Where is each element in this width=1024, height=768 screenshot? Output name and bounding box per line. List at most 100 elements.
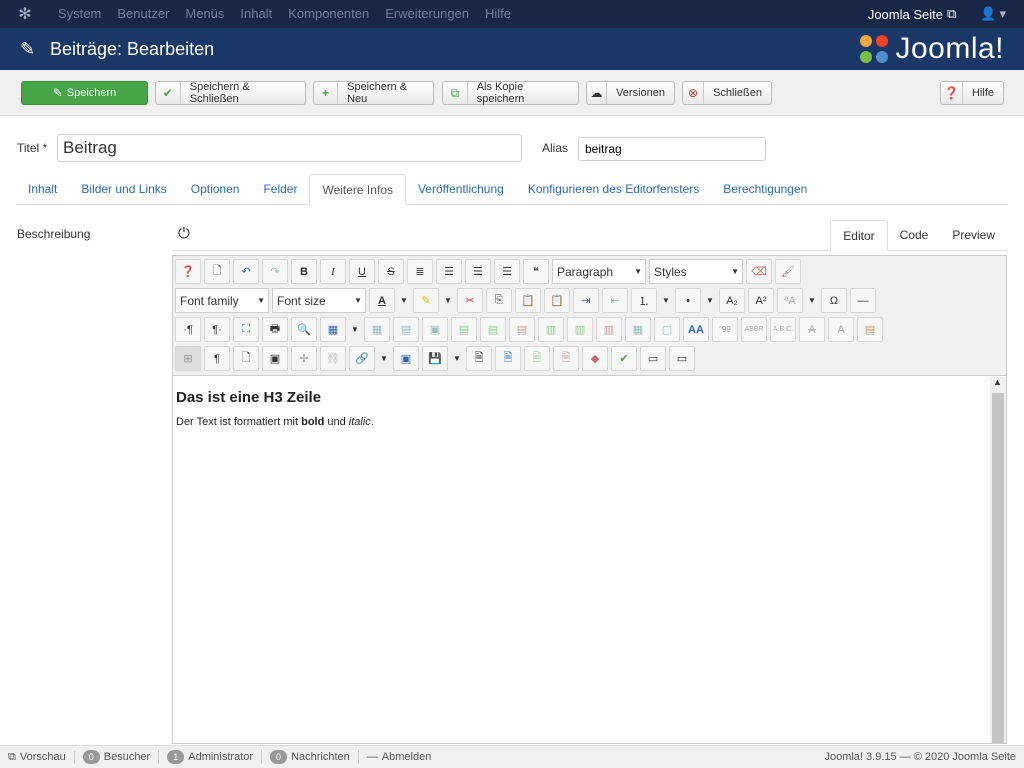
preview-link[interactable]: ⧉ Vorschau [0, 750, 75, 764]
joomla-logo-icon[interactable]: ✻ [0, 0, 50, 28]
align-left-icon[interactable]: ☰ [465, 259, 491, 284]
delete-table-icon[interactable]: ▦ [364, 317, 390, 342]
save-copy-button[interactable]: ⧉ Als Kopie speichern [442, 81, 579, 105]
file-minus-icon[interactable]: 🗎 [553, 346, 579, 371]
paint-brush-icon[interactable]: 🖌 [775, 259, 801, 284]
file-plus-icon[interactable]: 🗎 [524, 346, 550, 371]
anchor-icon[interactable]: ✢ [291, 346, 317, 371]
show-blocks-icon[interactable]: ¶ [204, 346, 230, 371]
strikethrough-icon[interactable]: S [378, 259, 404, 284]
indent-icon[interactable]: ⇥ [573, 288, 599, 313]
document-icon[interactable]: 🗎 [466, 346, 492, 371]
merge-cells-icon[interactable]: ▢ [654, 317, 680, 342]
power-toggle-icon[interactable]: ⏻ [178, 225, 190, 242]
align-right-icon[interactable]: ☰ [494, 259, 520, 284]
bold-icon[interactable]: B [291, 259, 317, 284]
help-button[interactable]: ❓ Hilfe [940, 81, 1004, 105]
special-char-icon[interactable]: Ω [821, 288, 847, 313]
numbered-list-dropdown-icon[interactable]: ▼ [660, 288, 672, 313]
menu-system[interactable]: System [50, 0, 109, 28]
paste-text-icon[interactable]: 📋 [544, 288, 570, 313]
scrollbar-thumb[interactable] [992, 393, 1004, 743]
shapes-icon[interactable]: ◆ [582, 346, 608, 371]
tab-more-info[interactable]: Weitere Infos [309, 174, 406, 205]
split-cells-icon[interactable]: ▦ [625, 317, 651, 342]
cite-icon[interactable]: “99 [712, 317, 738, 342]
help-icon[interactable]: ❓ [175, 259, 201, 284]
rtl-icon[interactable]: ¶· [204, 317, 230, 342]
save-dropdown-icon[interactable]: ▼ [451, 346, 463, 371]
new-document-icon[interactable]: 🗋 [204, 259, 230, 284]
logout-link[interactable]: — Abmelden [359, 751, 440, 763]
menu-components[interactable]: Komponenten [280, 0, 377, 28]
copy-icon[interactable]: ⎘ [486, 288, 512, 313]
styles-select[interactable]: Styles ▼ [649, 259, 743, 284]
scroll-up-icon[interactable]: ▲ [993, 377, 1002, 387]
user-menu[interactable]: 👤 ▾ [966, 6, 1024, 22]
tab-publishing[interactable]: Veröffentlichung [406, 174, 516, 204]
text-color-icon[interactable]: A [369, 288, 395, 313]
link-dropdown-icon[interactable]: ▼ [378, 346, 390, 371]
tab-images-links[interactable]: Bilder und Links [69, 174, 178, 204]
attributes-icon[interactable]: ▤ [857, 317, 883, 342]
insert-col-after-icon[interactable]: ▥ [567, 317, 593, 342]
insert-row-before-icon[interactable]: ▤ [451, 317, 477, 342]
tab-fields[interactable]: Felder [251, 174, 309, 204]
superscript-icon[interactable]: A² [748, 288, 774, 313]
template-icon[interactable]: 🗋 [233, 346, 259, 371]
editor-content[interactable]: Das ist eine H3 Zeile Der Text ist forma… [173, 377, 988, 743]
tab-code[interactable]: Code [888, 220, 941, 250]
redo-icon[interactable]: ↷ [262, 259, 288, 284]
del-icon[interactable]: A [799, 317, 825, 342]
save-new-button[interactable]: + Speichern & Neu [313, 81, 434, 105]
add-document-icon[interactable]: 🗎 [495, 346, 521, 371]
messages-link[interactable]: 0 Nachrichten [262, 750, 359, 764]
undo-icon[interactable]: ↶ [233, 259, 259, 284]
image-icon[interactable]: ▣ [262, 346, 288, 371]
link-icon[interactable]: 🔗 [349, 346, 375, 371]
menu-extensions[interactable]: Erweiterungen [377, 0, 477, 28]
italic-icon[interactable]: I [320, 259, 346, 284]
menu-content[interactable]: Inhalt [232, 0, 280, 28]
save-close-button[interactable]: ✔ Speichern & Schließen [155, 81, 306, 105]
title-input[interactable] [57, 134, 522, 162]
tab-permissions[interactable]: Berechtigungen [711, 174, 819, 204]
format-select[interactable]: Paragraph ▼ [552, 259, 646, 284]
save-button[interactable]: ✎ Speichern [21, 81, 148, 105]
bullet-list-dropdown-icon[interactable]: ▼ [704, 288, 716, 313]
numbered-list-icon[interactable]: ⒈ [631, 288, 657, 313]
align-center-icon[interactable]: ☰ [436, 259, 462, 284]
bullet-list-icon[interactable]: • [675, 288, 701, 313]
menu-users[interactable]: Benutzer [109, 0, 177, 28]
text-color-dropdown-icon[interactable]: ▼ [398, 288, 410, 313]
font-style-icon[interactable]: AA [683, 317, 709, 342]
tab-content[interactable]: Inhalt [16, 174, 69, 204]
delete-col-icon[interactable]: ▥ [596, 317, 622, 342]
table-icon[interactable]: ▦ [320, 317, 346, 342]
fullscreen-icon[interactable]: ⛶ [233, 317, 259, 342]
menu-help[interactable]: Hilfe [477, 0, 519, 28]
print-icon[interactable]: 🖶 [262, 317, 288, 342]
close-button[interactable]: ⊗ Schließen [682, 81, 772, 105]
subscript-icon[interactable]: A₂ [719, 288, 745, 313]
blockquote-icon[interactable]: ❝ [523, 259, 549, 284]
highlight-dropdown-icon[interactable]: ▼ [442, 288, 454, 313]
insert-row-after-icon[interactable]: ▤ [480, 317, 506, 342]
spellcheck-icon[interactable]: ✔ [611, 346, 637, 371]
tab-options[interactable]: Optionen [179, 174, 252, 204]
editor-scrollbar[interactable]: ▲ [990, 377, 1006, 743]
cut-icon[interactable]: ✂ [457, 288, 483, 313]
insert-col-before-icon[interactable]: ▥ [538, 317, 564, 342]
unlink-icon[interactable]: ⛓ [320, 346, 346, 371]
delete-row-icon[interactable]: ▤ [509, 317, 535, 342]
text-direction-dropdown-icon[interactable]: ▼ [806, 288, 818, 313]
paste-icon[interactable]: 📋 [515, 288, 541, 313]
find-replace-icon[interactable]: 🔍 [291, 317, 317, 342]
tab-editor[interactable]: Editor [830, 220, 888, 251]
text-direction-icon[interactable]: ªA [777, 288, 803, 313]
align-justify-icon[interactable]: ≣ [407, 259, 433, 284]
tab-preview[interactable]: Preview [940, 220, 1007, 250]
highlight-color-icon[interactable]: ✎ [413, 288, 439, 313]
row-props-icon[interactable]: ▤ [393, 317, 419, 342]
visual-aid-icon[interactable]: ⊞ [175, 346, 201, 371]
